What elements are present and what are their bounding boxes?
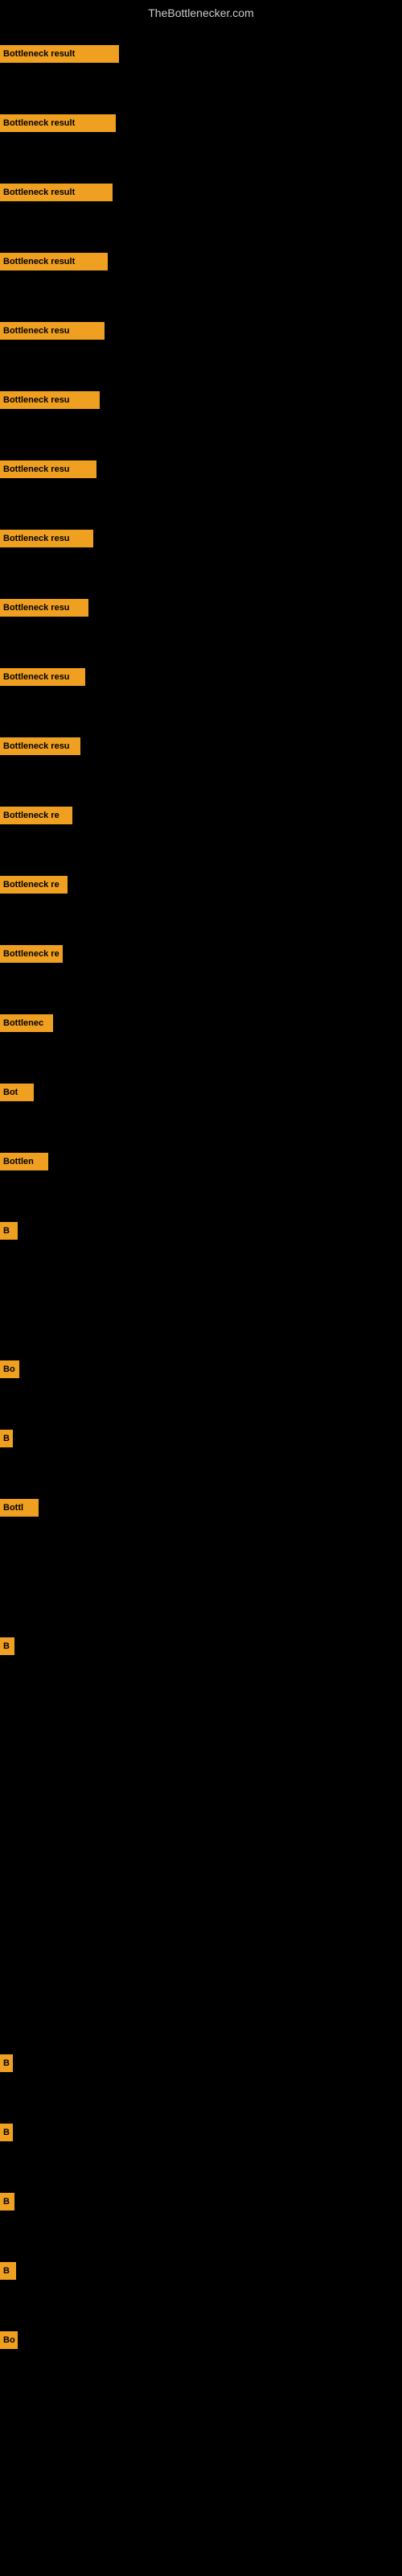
bottleneck-bar: Bottlen	[0, 1153, 48, 1170]
bottleneck-bar: Bottleneck resu	[0, 668, 85, 686]
bottleneck-bar: Bottleneck result	[0, 184, 113, 201]
bottleneck-bar: Bo	[0, 2331, 18, 2349]
bottleneck-bar: Bottleneck re	[0, 945, 63, 963]
bottleneck-bar: B	[0, 1222, 18, 1240]
bottleneck-bar: Bottleneck resu	[0, 322, 105, 340]
bottleneck-bar: Bottleneck resu	[0, 391, 100, 409]
bottleneck-bar: Bottleneck resu	[0, 460, 96, 478]
bottleneck-bar: Bottleneck result	[0, 253, 108, 270]
bottleneck-bar: B	[0, 1637, 14, 1655]
bottleneck-bar: B	[0, 2124, 13, 2141]
bottleneck-bar: Bottleneck resu	[0, 737, 80, 755]
bottleneck-bar: B	[0, 2262, 16, 2280]
bottleneck-bar: Bottlenec	[0, 1014, 53, 1032]
bottleneck-bar: B	[0, 1430, 13, 1447]
bottleneck-bar: Bottleneck result	[0, 114, 116, 132]
bottleneck-bar: Bottleneck re	[0, 807, 72, 824]
bottleneck-bar: Bottleneck resu	[0, 599, 88, 617]
bottleneck-bar: Bo	[0, 1360, 19, 1378]
bottleneck-bar: Bottleneck resu	[0, 530, 93, 547]
bottleneck-bar: B	[0, 2054, 13, 2072]
site-title: TheBottlenecker.com	[0, 0, 402, 26]
bottleneck-bar: Bottleneck re	[0, 876, 68, 894]
bottleneck-bar: B	[0, 2193, 14, 2211]
bottleneck-bar: Bottl	[0, 1499, 39, 1517]
bottleneck-bar: Bottleneck result	[0, 45, 119, 63]
bottleneck-bar: Bot	[0, 1084, 34, 1101]
